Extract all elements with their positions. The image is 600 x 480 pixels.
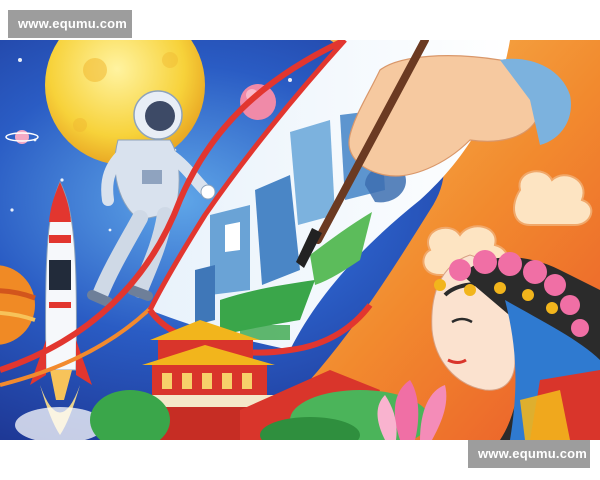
painting-canvas xyxy=(0,40,600,440)
watermark-bottom: www.equmu.com xyxy=(468,440,590,468)
watermark-top: www.equmu.com xyxy=(8,10,132,38)
painting xyxy=(0,40,600,440)
